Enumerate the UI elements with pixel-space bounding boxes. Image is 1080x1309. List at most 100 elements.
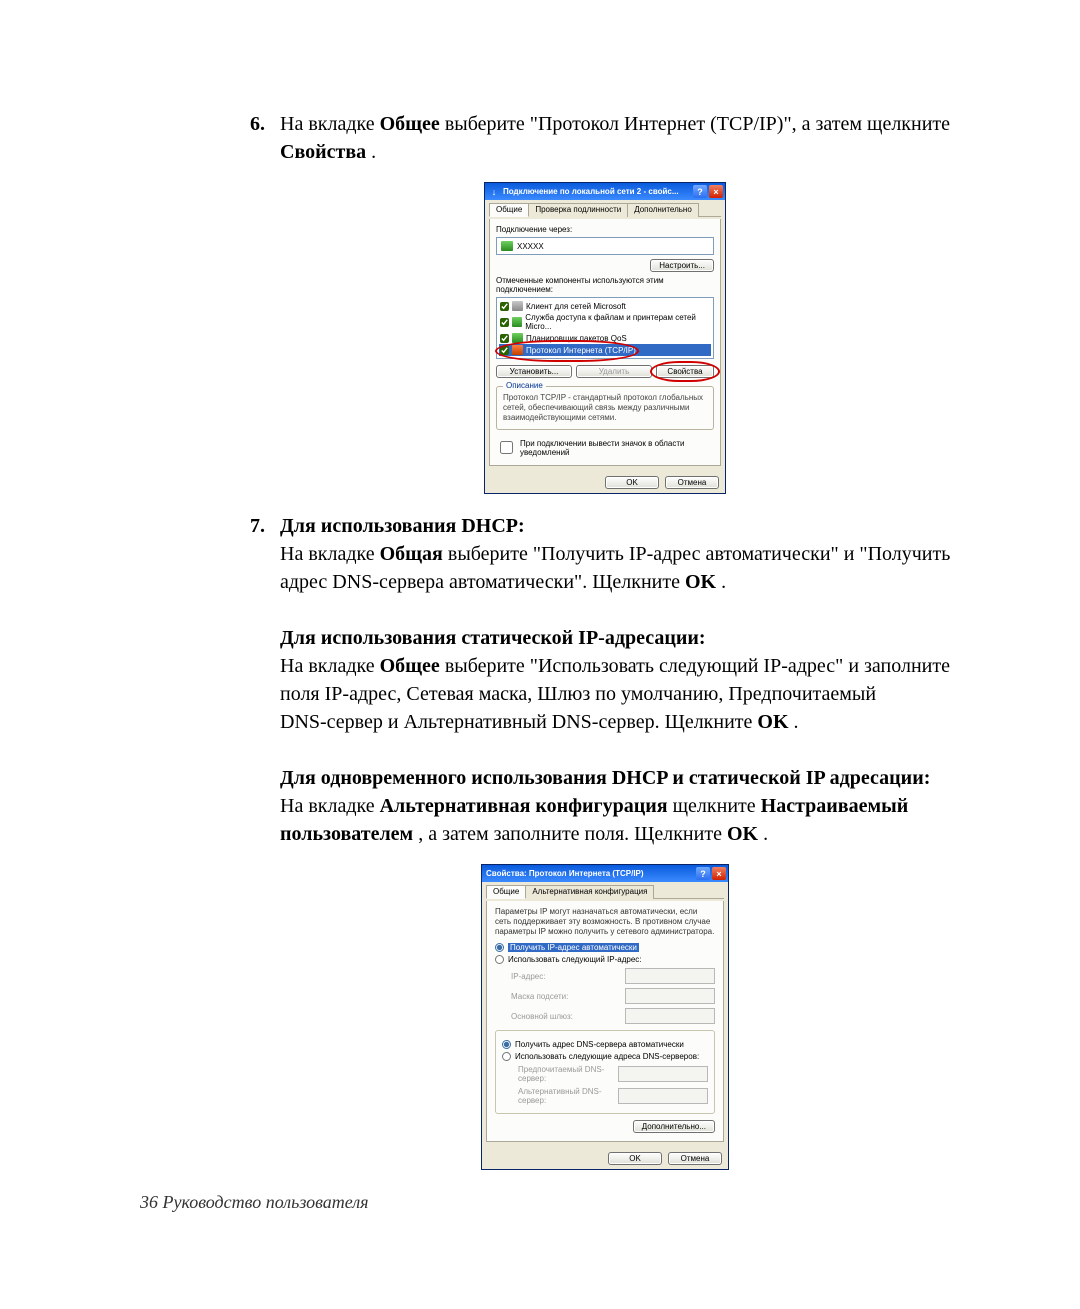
- radio-ip-auto-label: Получить IP-адрес автоматически: [508, 943, 639, 952]
- dhcp-p-end: .: [721, 571, 726, 593]
- properties-button[interactable]: Свойства: [656, 365, 714, 378]
- tcpip-icon: [512, 345, 523, 355]
- dhcp-title: Для использования DHCP:: [280, 515, 525, 537]
- gw-label: Основной шлюз:: [511, 1012, 619, 1021]
- adapter-name: XXXXX: [517, 242, 544, 251]
- list-row-qos[interactable]: Планировщик пакетов QoS: [499, 332, 711, 344]
- advanced-button[interactable]: Дополнительно...: [633, 1120, 715, 1133]
- static-title: Для использования статической IP-адресац…: [280, 627, 706, 649]
- adapter-box: XXXXX: [496, 237, 714, 255]
- description-legend: Описание: [503, 381, 546, 391]
- static-d: DNS-сервер и Альтернативный DNS-сервер. …: [280, 711, 757, 733]
- connect-using-label: Подключение через:: [496, 225, 714, 234]
- lbl-tcpip: Протокол Интернета (TCP/IP): [526, 346, 636, 355]
- tcpip-properties-dialog: Свойства: Протокол Интернета (TCP/IP) ? …: [481, 864, 729, 1170]
- ok-button-2[interactable]: OK: [608, 1152, 662, 1165]
- ok-button[interactable]: OK: [605, 476, 659, 489]
- tab-strip-2: Общие Альтернативная конфигурация: [486, 884, 724, 899]
- tcpip-intro: Параметры IP могут назначаться автоматич…: [495, 907, 715, 937]
- fileshare-icon: [512, 317, 522, 327]
- chk-fileshare[interactable]: [500, 318, 509, 327]
- list-row-tcpip[interactable]: Протокол Интернета (TCP/IP): [499, 344, 711, 356]
- radio-dns-auto[interactable]: Получить адрес DNS-сервера автоматически: [502, 1040, 708, 1049]
- both-b1: Альтернативная конфигурация: [380, 795, 668, 817]
- lbl-client: Клиент для сетей Microsoft: [526, 302, 626, 311]
- description-group: Описание Протокол TCP/IP - стандартный п…: [496, 386, 714, 430]
- chk-tcpip[interactable]: [500, 346, 509, 355]
- both-m1: щелкните: [673, 795, 761, 817]
- client-icon: [512, 301, 523, 311]
- dns2-label: Альтернативный DNS-сервер:: [518, 1087, 612, 1105]
- mask-label: Маска подсети:: [511, 992, 619, 1001]
- both-a: На вкладке: [280, 795, 380, 817]
- mask-field: [625, 988, 715, 1004]
- step-number-7: 7.: [250, 512, 280, 848]
- list-row-client[interactable]: Клиент для сетей Microsoft: [499, 300, 711, 312]
- radio-dns-auto-label: Получить адрес DNS-сервера автоматически: [515, 1040, 684, 1049]
- help-button-2[interactable]: ?: [696, 867, 710, 880]
- close-button-2[interactable]: ×: [712, 867, 726, 880]
- ip-label: IP-адрес:: [511, 972, 619, 981]
- dhcp-p-a: На вкладке: [280, 543, 380, 565]
- list-row-fileshare[interactable]: Служба доступа к файлам и принтерам сете…: [499, 312, 711, 332]
- dialog-titlebar: ↓ Подключение по локальной сети 2 - свой…: [485, 183, 725, 200]
- dialog2-titlebar: Свойства: Протокол Интернета (TCP/IP) ? …: [482, 865, 728, 882]
- help-button[interactable]: ?: [693, 185, 707, 198]
- nic-icon: [501, 241, 513, 251]
- tray-icon-label: При подключении вывести значок в области…: [520, 439, 714, 457]
- step-7-body: Для использования DHCP: На вкладке Общая…: [280, 512, 960, 848]
- install-button[interactable]: Установить...: [496, 365, 572, 378]
- tab-strip: Общие Проверка подлинности Дополнительно: [489, 202, 721, 217]
- tab-general-2[interactable]: Общие: [486, 885, 526, 899]
- dhcp-p-ok: OK: [685, 571, 716, 593]
- tab-altconfig[interactable]: Альтернативная конфигурация: [525, 885, 654, 899]
- lbl-fileshare: Служба доступа к файлам и принтерам сете…: [525, 313, 710, 331]
- radio-ip-auto-input[interactable]: [495, 943, 504, 952]
- both-title: Для одновременного использования DHCP и …: [280, 767, 930, 789]
- ip-field: [625, 968, 715, 984]
- dns1-field: [618, 1066, 708, 1082]
- static-end: .: [794, 711, 799, 733]
- dialog-title: Подключение по локальной сети 2 - свойс.…: [503, 187, 693, 196]
- radio-ip-manual-label: Использовать следующий IP-адрес:: [508, 955, 642, 964]
- dns1-label: Предпочитаемый DNS-сервер:: [518, 1065, 612, 1083]
- chk-qos[interactable]: [500, 334, 509, 343]
- radio-dns-manual-label: Использовать следующие адреса DNS-сервер…: [515, 1052, 699, 1061]
- radio-dns-manual-input[interactable]: [502, 1052, 511, 1061]
- radio-dns-manual[interactable]: Использовать следующие адреса DNS-сервер…: [502, 1052, 708, 1061]
- step-6-text: На вкладке Общее выберите "Протокол Инте…: [280, 110, 960, 166]
- s6-1: На вкладке: [280, 113, 380, 135]
- both-ok: OK: [727, 823, 758, 845]
- tray-icon-checkbox[interactable]: [500, 441, 513, 454]
- configure-button[interactable]: Настроить...: [650, 259, 714, 272]
- s6-2: выберите "Протокол Интернет (TCP/IP)", а…: [445, 113, 950, 135]
- lbl-qos: Планировщик пакетов QoS: [526, 334, 627, 343]
- close-button[interactable]: ×: [709, 185, 723, 198]
- components-label: Отмеченные компоненты используются этим …: [496, 276, 714, 294]
- both-m2: , а затем заполните поля. Щелкните: [418, 823, 727, 845]
- dns2-field: [618, 1088, 708, 1104]
- dhcp-p-b: Общая: [380, 543, 443, 565]
- qos-icon: [512, 333, 523, 343]
- radio-ip-manual-input[interactable]: [495, 955, 504, 964]
- tab-general[interactable]: Общие: [489, 203, 529, 217]
- radio-ip-auto[interactable]: Получить IP-адрес автоматически: [495, 943, 715, 952]
- static-ok: OK: [757, 711, 788, 733]
- component-list[interactable]: Клиент для сетей Microsoft Служба доступ…: [496, 297, 714, 359]
- cancel-button-2[interactable]: Отмена: [668, 1152, 722, 1165]
- s6-b2: Свойства: [280, 141, 366, 163]
- chk-client[interactable]: [500, 302, 509, 311]
- static-a: На вкладке: [280, 655, 380, 677]
- tab-advanced[interactable]: Дополнительно: [627, 203, 699, 217]
- remove-button: Удалить: [576, 365, 652, 378]
- lan-properties-dialog: ↓ Подключение по локальной сети 2 - свой…: [484, 182, 726, 494]
- s6-b1: Общее: [380, 113, 440, 135]
- radio-ip-manual[interactable]: Использовать следующий IP-адрес:: [495, 955, 715, 964]
- description-text: Протокол TCP/IP - стандартный протокол г…: [503, 393, 703, 422]
- radio-dns-auto-input[interactable]: [502, 1040, 511, 1049]
- gw-field: [625, 1008, 715, 1024]
- tab-auth[interactable]: Проверка подлинности: [528, 203, 628, 217]
- static-b: Общее: [380, 655, 440, 677]
- cancel-button[interactable]: Отмена: [665, 476, 719, 489]
- page-footer: 36 Руководство пользователя: [140, 1192, 369, 1213]
